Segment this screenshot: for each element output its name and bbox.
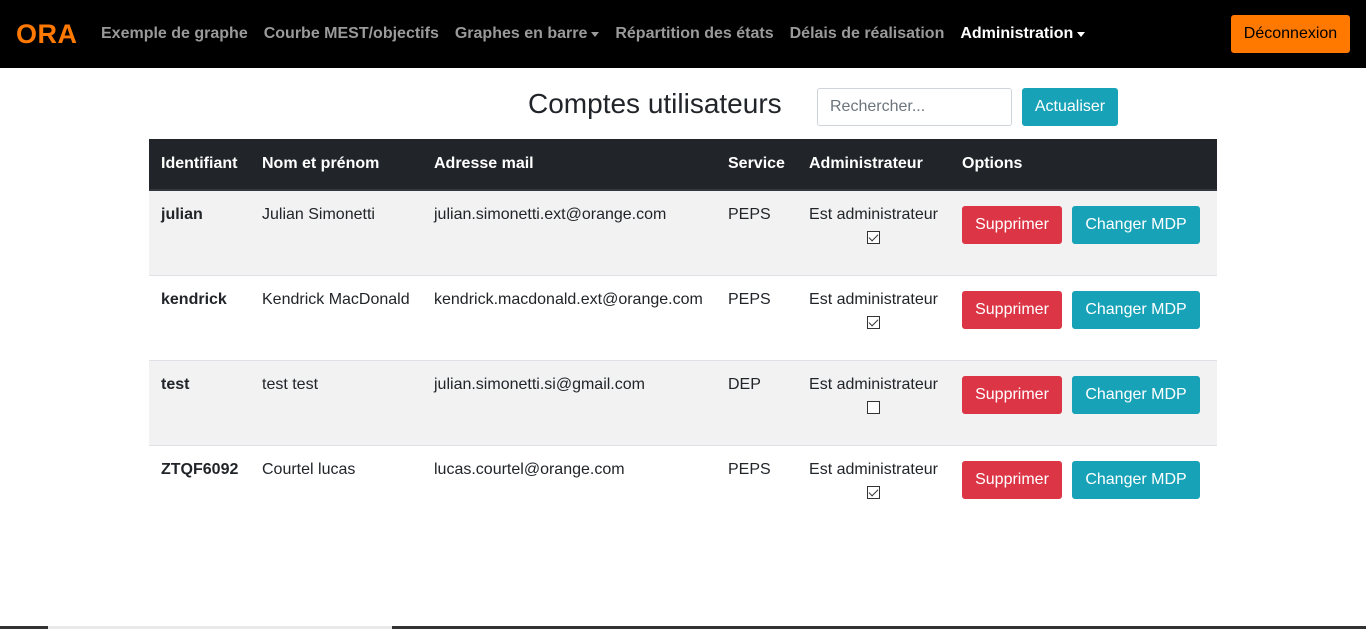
logout-button[interactable]: Déconnexion <box>1231 15 1350 53</box>
cell-email: kendrick.macdonald.ext@orange.com <box>422 274 716 360</box>
column-header-service: Service <box>716 139 797 191</box>
column-header-administrateur: Administrateur <box>797 139 950 191</box>
delete-button[interactable]: Supprimer <box>962 460 1062 499</box>
nav-link-label: Courbe MEST/objectifs <box>263 25 439 42</box>
cell-administrateur: Est administrateur <box>797 274 950 360</box>
cell-email: julian.simonetti.ext@orange.com <box>434 206 667 223</box>
column-header-options: Options <box>950 139 1217 191</box>
admin-checkbox[interactable] <box>867 400 880 414</box>
nav-link-label: Délais de réalisation <box>789 25 945 42</box>
cell-service: PEPS <box>716 274 797 360</box>
nav-links: Exemple de graphe Courbe MEST/objectifs … <box>101 24 1101 44</box>
caret-down-icon <box>1077 31 1086 37</box>
nav-link-label: Répartition des états <box>615 25 774 42</box>
cell-email: julian.simonetti.si@gmail.com <box>422 359 716 445</box>
cell-service: PEPS <box>728 206 771 223</box>
brand-logo[interactable]: ORA <box>16 16 78 52</box>
table-body: julian Julian Simonetti julian.simonetti.e… <box>149 190 1217 530</box>
cell-email: lucas.courtel@orange.com <box>422 444 716 530</box>
cell-identifiant: test <box>149 359 250 445</box>
column-header-email: Adresse mail <box>422 139 716 191</box>
search-input[interactable] <box>817 88 1012 126</box>
nav-link-graphes-en-barre[interactable]: Graphes en barre <box>455 24 600 44</box>
nav-link-label: Administration <box>960 25 1074 42</box>
table-row: julian Julian Simonetti julian.simonetti.e… <box>149 190 1217 275</box>
change-password-button[interactable]: Changer MDP <box>1072 206 1200 244</box>
nav-link-label: Graphes en barre <box>454 25 588 42</box>
cell-administrateur: Est administrateur <box>797 444 950 530</box>
delete-button[interactable]: Supprimer <box>962 206 1062 244</box>
users-table: Identifiant Nom et prénom Adresse mail S… <box>149 139 1217 530</box>
table-row: test test test julian.simonetti.si@gmail.c… <box>149 359 1217 445</box>
cell-nom: Courtel lucas <box>250 444 422 530</box>
admin-checkbox[interactable] <box>867 315 880 329</box>
cell-administrateur: Est administrateur <box>797 190 950 275</box>
delete-button[interactable]: Supprimer <box>962 290 1062 329</box>
cell-options: Supprimer Changer MDP <box>950 190 1217 275</box>
change-password-button[interactable]: Changer MDP <box>1072 375 1200 414</box>
refresh-button[interactable]: Actualiser <box>1022 88 1118 126</box>
cell-administrateur: Est administrateur <box>797 359 950 445</box>
cell-nom: Kendrick MacDonald <box>250 274 422 360</box>
nav-link-administration[interactable]: Administration <box>960 24 1086 44</box>
cell-service: DEP <box>716 359 797 445</box>
table-row: ZTQF6092 Courtel lucas lucas.courtel@orang… <box>149 444 1217 530</box>
column-header-nom: Nom et prénom <box>250 139 422 191</box>
top-navbar: ORA Exemple de graphe Courbe MEST/object… <box>0 0 1366 68</box>
column-header-identifiant: Identifiant <box>149 139 250 191</box>
table-row: kendrick Kendrick MacDonald kendrick.macdo… <box>149 274 1217 360</box>
page-title: Comptes utilisateurs <box>528 88 782 119</box>
cell-identifiant: julian <box>161 206 203 223</box>
cell-nom: Julian Simonetti <box>262 206 375 223</box>
cell-options: Supprimer Changer MDP <box>950 444 1217 530</box>
cell-options: Supprimer Changer MDP <box>950 274 1217 360</box>
nav-link-exemple-de-graphe[interactable]: Exemple de graphe <box>101 24 248 44</box>
cell-options: Supprimer Changer MDP <box>950 359 1217 445</box>
cell-service: PEPS <box>716 444 797 530</box>
nav-link-courbe-mest[interactable]: Courbe MEST/objectifs <box>264 24 439 44</box>
change-password-button[interactable]: Changer MDP <box>1072 460 1200 499</box>
nav-link-repartition-des-etats[interactable]: Répartition des états <box>615 24 773 44</box>
caret-down-icon <box>591 31 600 37</box>
nav-link-label: Exemple de graphe <box>101 25 248 42</box>
admin-checkbox[interactable] <box>867 231 880 244</box>
cell-nom: test test <box>250 359 422 445</box>
change-password-button[interactable]: Changer MDP <box>1072 290 1200 329</box>
cell-identifiant: kendrick <box>149 274 250 360</box>
table-header-row: Identifiant Nom et prénom Adresse mail S… <box>149 139 1217 191</box>
admin-label: Est administrateur <box>809 206 938 223</box>
admin-label: Est administrateur <box>809 375 938 393</box>
admin-label: Est administrateur <box>809 290 938 308</box>
nav-link-delais-de-realisation[interactable]: Délais de réalisation <box>790 24 945 44</box>
admin-checkbox[interactable] <box>867 485 880 499</box>
cell-identifiant: ZTQF6092 <box>149 444 250 530</box>
delete-button[interactable]: Supprimer <box>962 375 1062 414</box>
admin-label: Est administrateur <box>809 460 938 478</box>
